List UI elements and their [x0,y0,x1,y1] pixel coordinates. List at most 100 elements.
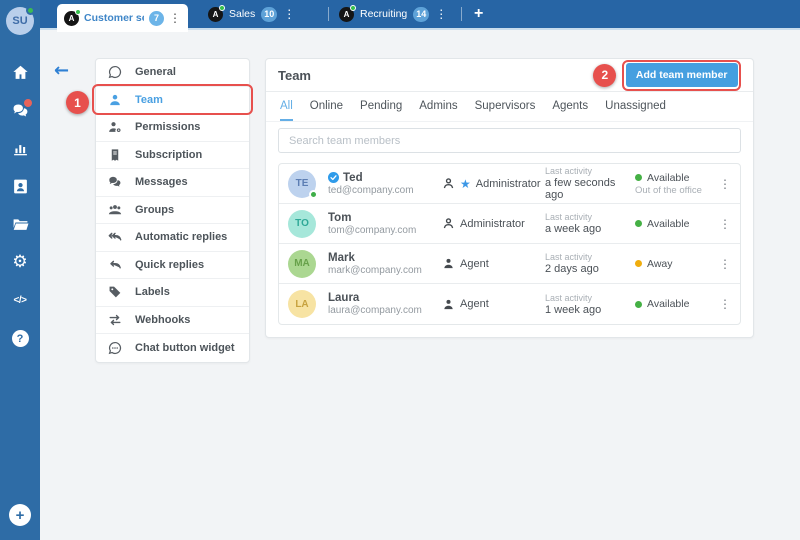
row-menu-kebab-icon[interactable]: ⋮ [719,177,731,191]
tab-menu-kebab-icon[interactable]: ⋮ [435,8,447,20]
unread-count-badge[interactable]: 10 [261,6,278,22]
row-menu-kebab-icon[interactable]: ⋮ [719,297,731,311]
settings-menu-item-subscription[interactable]: Subscription [96,142,249,169]
reply-all-icon [108,230,122,244]
last-activity: Last activity 1 week ago [545,292,602,316]
agent-person-icon [442,257,455,270]
admin-person-icon [442,177,455,190]
annotation-step-2: 2 [593,63,617,87]
contacts-icon[interactable] [12,178,29,195]
status-dot [635,300,642,308]
settings-menu-item-messages[interactable]: Messages [96,169,249,197]
admin-person-icon [442,217,455,230]
tag-icon [108,285,122,299]
member-status: Available [635,298,719,310]
tab-pending[interactable]: Pending [360,92,402,121]
last-activity: Last activity a few seconds ago [545,166,616,201]
menu-item-label: Team [135,93,163,106]
user-avatar[interactable]: SU [6,6,35,35]
team-member-list: TE Ted ted@company.com ★ Administrator L… [278,163,741,325]
unread-count-badge[interactable]: 7 [149,10,164,26]
settings-menu-item-quick-replies[interactable]: Quick replies [96,252,249,279]
menu-item-label: General [135,66,176,79]
menu-item-label: Groups [135,203,175,216]
search-input[interactable] [278,128,741,153]
workspace-logo-icon: A [208,4,225,22]
unread-count-badge[interactable]: 14 [413,6,430,22]
workspace-logo-icon: A [339,4,356,22]
annotation-step-1: 1 [66,91,89,114]
menu-item-label: Permissions [135,121,201,134]
member-identity: Laura laura@company.com [328,292,442,316]
member-identity: Mark mark@company.com [328,252,442,276]
settings-menu-item-groups[interactable]: Groups [96,197,249,224]
table-row: TO Tom tom@company.com Administrator Las… [279,204,740,244]
team-panel: Team 2 Add team member All Online Pendin… [265,58,754,338]
reply-icon [108,258,122,272]
new-workspace-button[interactable]: + [474,5,483,23]
user-initials: SU [12,15,28,27]
settings-menu-item-labels[interactable]: Labels [96,279,249,307]
status-dot [635,220,642,227]
menu-item-label: Automatic replies [135,231,228,244]
member-name: Laura [328,292,360,304]
member-role: Administrator [442,217,545,230]
settings-menu-item-general[interactable]: General [96,59,249,87]
row-menu-kebab-icon[interactable]: ⋮ [719,257,731,271]
member-email: mark@company.com [328,264,422,276]
workspace-tab-bar: A Customer service 7 ⋮ A Sales 10 ⋮ A Re… [40,0,800,32]
avatar: TO [288,209,316,238]
workspace-tab-label: Recruiting [360,8,408,20]
sidebar-add-button[interactable]: + [9,504,31,526]
row-menu-kebab-icon[interactable]: ⋮ [719,217,731,231]
search-area [266,122,753,153]
tab-supervisors[interactable]: Supervisors [475,92,536,121]
code-widget-icon[interactable]: </> [12,292,29,309]
workspace-tab-label: Sales [229,8,256,20]
tab-divider [461,7,462,21]
tab-all[interactable]: All [280,92,293,121]
member-email: ted@company.com [328,184,414,196]
menu-item-label: Chat button widget [135,341,235,354]
chats-notification-dot [23,99,32,107]
settings-menu: General Team Permissions Subscription Me… [95,58,250,363]
menu-item-label: Webhooks [135,313,191,326]
last-activity: Last activity a week ago [545,212,602,235]
workspace-online-dot [75,8,81,15]
tab-online[interactable]: Online [310,92,343,121]
tab-sales[interactable]: A Sales 10 ⋮ [198,4,328,22]
webhooks-arrows-icon [108,313,122,327]
app-sidebar: SU ⚙ </> ? + [0,0,40,540]
member-name: Ted [343,171,363,184]
tab-unassigned[interactable]: Unassigned [605,92,666,121]
member-status: Available [635,218,719,230]
tab-customer-service[interactable]: A Customer service 7 ⋮ [57,4,188,32]
settings-menu-item-webhooks[interactable]: Webhooks [96,307,249,334]
reports-icon[interactable] [12,140,29,157]
tab-admins[interactable]: Admins [419,92,457,121]
settings-menu-item-chat-button-widget[interactable]: Chat button widget [96,334,249,362]
files-icon[interactable] [12,216,29,233]
menu-item-label: Messages [135,176,188,189]
home-icon[interactable] [12,64,29,81]
tab-menu-kebab-icon[interactable]: ⋮ [169,12,181,24]
tab-recruiting[interactable]: A Recruiting 14 ⋮ [329,4,461,22]
page-title: Team [278,67,311,83]
tab-agents[interactable]: Agents [552,92,588,121]
status-dot [635,174,642,181]
chats-icon[interactable] [12,99,32,119]
settings-menu-item-automatic-replies[interactable]: Automatic replies [96,224,249,252]
online-status-dot [26,6,35,15]
settings-menu-item-permissions[interactable]: Permissions [96,114,249,142]
help-icon[interactable]: ? [11,330,29,347]
back-arrow-icon[interactable]: ← [54,60,69,81]
settings-menu-item-team[interactable]: Team [96,87,249,114]
chat-bubble-icon [108,65,122,79]
member-name: Tom [328,211,352,224]
tab-menu-kebab-icon[interactable]: ⋮ [283,8,295,20]
avatar: MA [288,249,316,278]
add-team-member-button[interactable]: Add team member [625,63,738,87]
settings-gear-icon[interactable]: ⚙ [12,254,29,271]
annotation-box-add-button: Add team member [622,59,741,91]
groups-icon [108,203,122,217]
